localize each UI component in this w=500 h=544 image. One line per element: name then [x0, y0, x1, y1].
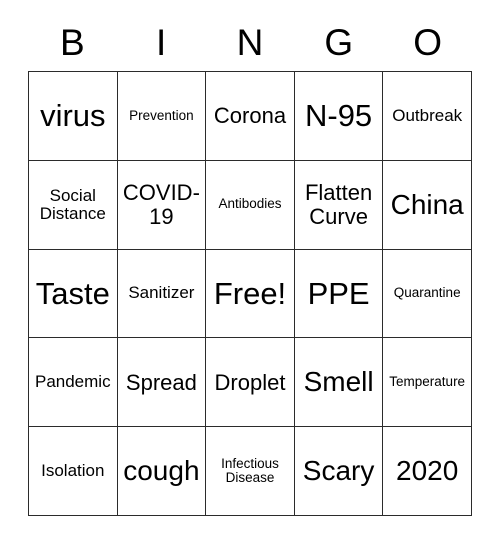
- bingo-cell[interactable]: Droplet: [206, 338, 295, 428]
- bingo-cell[interactable]: Temperature: [383, 338, 472, 428]
- bingo-cell[interactable]: Smell: [294, 338, 384, 428]
- bingo-cell-label: Smell: [303, 366, 374, 398]
- bingo-cell[interactable]: Social Distance: [29, 160, 118, 250]
- bingo-header-row: BINGO: [28, 14, 472, 71]
- bingo-cell[interactable]: Free!: [206, 249, 295, 339]
- bingo-cell-label: Spread: [125, 369, 197, 395]
- bingo-cell-label: COVID-19: [122, 180, 200, 229]
- bingo-cell-label: China: [390, 188, 464, 220]
- bingo-cell-label: Scary: [302, 455, 375, 487]
- bingo-cell[interactable]: Outbreak: [383, 72, 472, 161]
- bingo-cell-label: virus: [40, 98, 106, 134]
- bingo-cell-label: Sanitizer: [128, 283, 195, 303]
- bingo-cell[interactable]: Infectious Disease: [206, 427, 295, 516]
- bingo-cell-label: cough: [123, 455, 200, 487]
- bingo-header-letter-g: G: [324, 22, 354, 63]
- bingo-cell-label: Taste: [35, 275, 110, 311]
- bingo-cell-label: Free!: [213, 275, 287, 311]
- bingo-cell[interactable]: Prevention: [117, 72, 207, 161]
- bingo-cell-label: Isolation: [41, 460, 105, 480]
- bingo-cell-label: Outbreak: [392, 105, 463, 125]
- bingo-cell-label: Antibodies: [218, 196, 282, 212]
- bingo-cell[interactable]: Pandemic: [29, 338, 118, 428]
- bingo-cell-label: Prevention: [129, 107, 194, 123]
- bingo-cell[interactable]: Spread: [117, 338, 207, 428]
- bingo-header-letter-b: B: [60, 22, 85, 63]
- bingo-cell-label: Corona: [213, 103, 287, 129]
- bingo-header-letter-i: I: [156, 22, 167, 63]
- bingo-card: B I N G O virus Prevention Corona N-95 Outbreak S…: [28, 14, 472, 516]
- bingo-cell[interactable]: 2020: [383, 427, 472, 516]
- bingo-cell-label: 2020: [396, 455, 459, 487]
- bingo-cell[interactable]: Taste: [29, 249, 118, 339]
- bingo-cell[interactable]: Sanitizer: [117, 249, 207, 339]
- bingo-cell-label: Droplet: [214, 369, 286, 395]
- bingo-cell[interactable]: Quarantine: [383, 249, 472, 339]
- bingo-cell-label: Social Distance: [39, 185, 106, 223]
- bingo-header-letter-o: O: [413, 22, 442, 63]
- bingo-cell[interactable]: Flatten Curve: [294, 160, 384, 250]
- bingo-cell-label: Pandemic: [34, 372, 111, 392]
- bingo-cell[interactable]: PPE: [294, 249, 384, 339]
- bingo-cell-label: Infectious Disease: [221, 455, 279, 486]
- bingo-cell[interactable]: COVID-19: [117, 160, 207, 250]
- bingo-cell-label: Temperature: [389, 374, 466, 390]
- bingo-cell[interactable]: China: [383, 160, 472, 250]
- bingo-header-letter-n: N: [236, 22, 264, 63]
- bingo-cell[interactable]: Scary: [294, 427, 384, 516]
- bingo-grid: virus Prevention Corona N-95 Outbreak Social …: [28, 71, 472, 516]
- bingo-cell[interactable]: Isolation: [29, 427, 118, 516]
- bingo-cell-label: N-95: [304, 98, 373, 134]
- bingo-cell[interactable]: N-95: [294, 72, 384, 161]
- bingo-cell[interactable]: Corona: [206, 72, 295, 161]
- bingo-cell-label: Quarantine: [393, 285, 461, 301]
- bingo-cell[interactable]: virus: [29, 72, 118, 161]
- bingo-cell[interactable]: cough: [117, 427, 207, 516]
- bingo-cell-label: PPE: [307, 275, 370, 311]
- bingo-cell[interactable]: Antibodies: [206, 160, 295, 250]
- bingo-cell-label: Flatten Curve: [304, 180, 373, 229]
